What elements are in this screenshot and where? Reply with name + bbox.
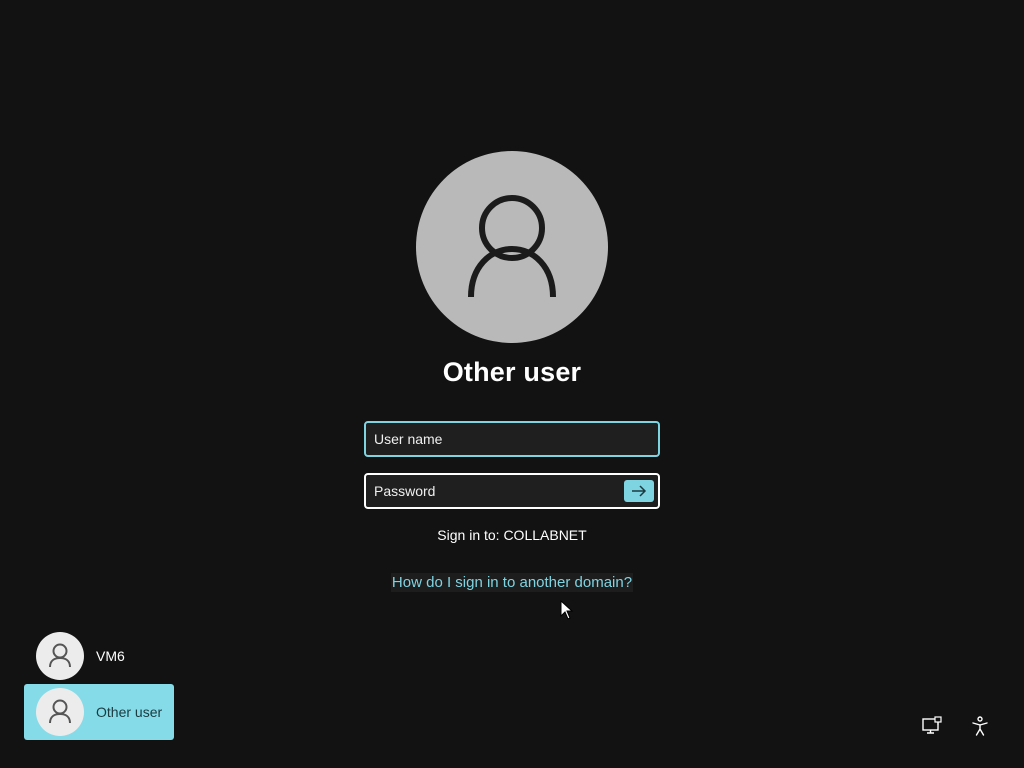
- arrow-right-icon: [632, 485, 647, 497]
- network-icon: [922, 716, 942, 734]
- accessibility-button[interactable]: [968, 714, 992, 738]
- user-tile-label: VM6: [96, 648, 125, 664]
- username-field[interactable]: [364, 421, 660, 457]
- user-tile-other-user[interactable]: Other user: [24, 684, 174, 740]
- username-input[interactable]: [374, 423, 614, 455]
- domain-help-link-label: How do I sign in to another domain?: [390, 573, 634, 592]
- user-tile-label: Other user: [96, 704, 163, 720]
- mouse-cursor-icon: [560, 600, 574, 620]
- domain-help-link[interactable]: How do I sign in to another domain?: [312, 573, 712, 592]
- user-tile-avatar: [36, 688, 84, 736]
- network-button[interactable]: [920, 714, 944, 738]
- person-icon: [468, 195, 556, 298]
- user-tile-avatar: [36, 632, 84, 680]
- password-field[interactable]: [364, 473, 660, 509]
- user-name-heading: Other user: [442, 357, 582, 387]
- user-avatar: [416, 151, 608, 343]
- lock-screen: Other user Sign in to: COLLABNET How do …: [0, 0, 1024, 768]
- person-icon: [49, 699, 71, 724]
- user-tile-vm6[interactable]: VM6: [24, 628, 174, 684]
- accessibility-icon: [972, 716, 988, 736]
- sign-in-domain-text: Sign in to: COLLABNET: [437, 527, 587, 543]
- person-icon: [49, 643, 71, 668]
- password-input[interactable]: [374, 475, 614, 507]
- submit-button[interactable]: [624, 480, 654, 502]
